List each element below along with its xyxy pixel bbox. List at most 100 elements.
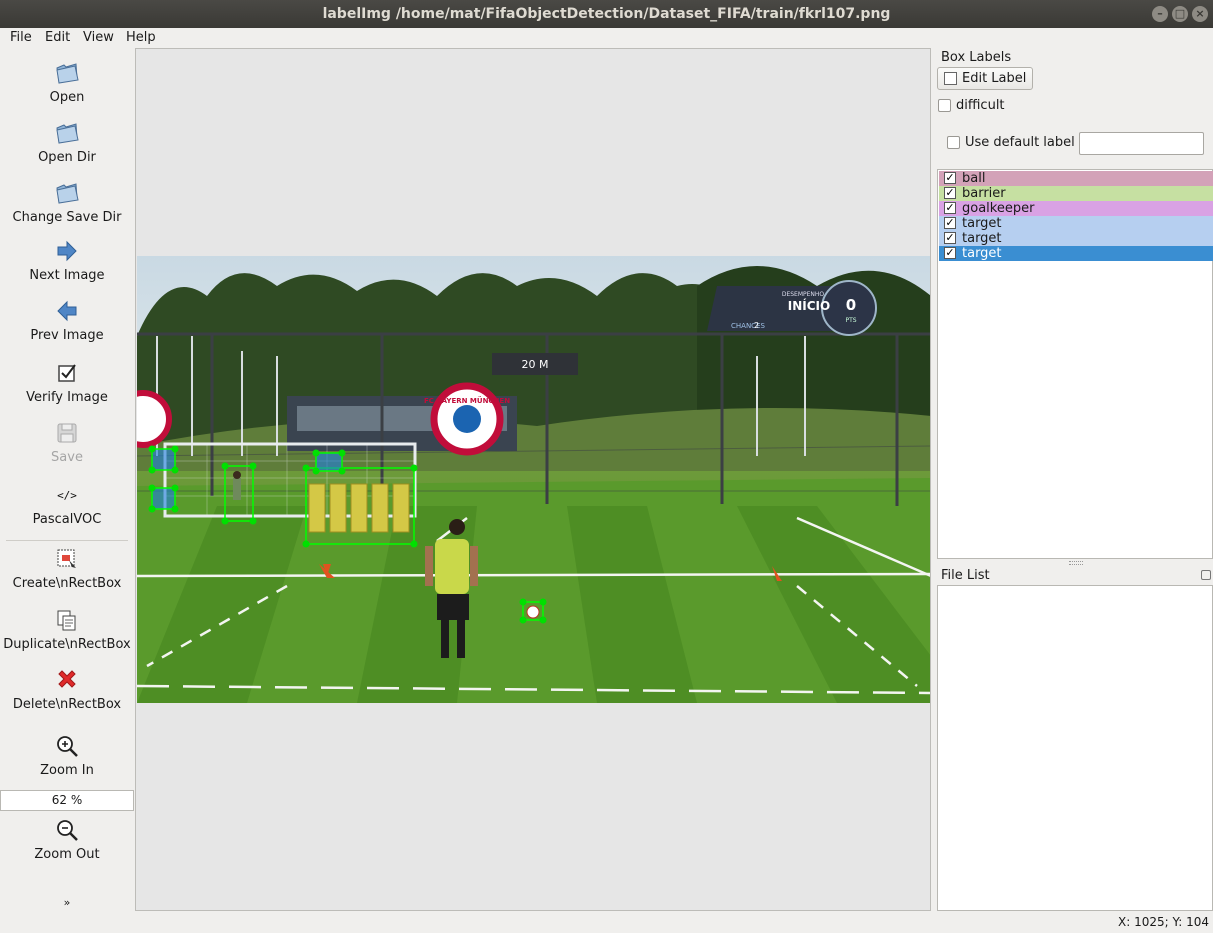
duplicate-rectbox-label: Duplicate\nRectBox — [3, 637, 131, 652]
zoom-spinbox[interactable]: 62 % — [0, 790, 134, 811]
prev-image-button[interactable]: Prev Image — [0, 298, 134, 343]
checkbox-check-icon — [58, 364, 76, 382]
label-item-barrier[interactable]: ✓ barrier — [939, 186, 1213, 201]
prev-image-label: Prev Image — [30, 328, 104, 343]
distance-sign-text: 20 M — [522, 358, 549, 371]
label-item-text: barrier — [962, 186, 1006, 201]
svg-text:CHANCES: CHANCES — [731, 322, 765, 330]
format-label: PascalVOC — [32, 512, 102, 527]
scene-drawing: FC BAYERN MÜNCHEN 20 M DESEMPENHO INÍCIO… — [137, 256, 930, 703]
label-item-checkbox[interactable]: ✓ — [944, 232, 956, 244]
label-list[interactable]: ✓ ball ✓ barrier ✓ goalkeeper ✓ target ✓… — [937, 169, 1213, 559]
floppy-disk-icon — [57, 423, 77, 443]
menu-view[interactable]: View — [83, 30, 114, 45]
create-rectbox-label: Create\nRectBox — [12, 576, 122, 591]
save-button[interactable]: Save — [0, 420, 134, 465]
delete-rectbox-button[interactable]: Delete\nRectBox — [0, 667, 134, 712]
next-image-button[interactable]: Next Image — [0, 238, 134, 283]
annotated-image[interactable]: FC BAYERN MÜNCHEN 20 M DESEMPENHO INÍCIO… — [137, 256, 930, 703]
duplicate-rectbox-button[interactable]: Duplicate\nRectBox — [0, 607, 134, 652]
verify-image-label: Verify Image — [26, 390, 108, 405]
close-icon[interactable]: × — [1192, 6, 1208, 22]
next-image-label: Next Image — [29, 268, 105, 283]
file-list[interactable] — [937, 585, 1213, 911]
change-save-dir-label: Change Save Dir — [12, 210, 122, 225]
window-titlebar: labelImg /home/mat/FifaObjectDetection/D… — [0, 0, 1213, 28]
edit-label-button[interactable]: Edit Label — [937, 67, 1033, 90]
arrow-left-icon — [57, 300, 77, 322]
zoom-in-button[interactable]: Zoom In — [0, 733, 134, 778]
undock-icon[interactable] — [1201, 570, 1211, 580]
label-item-text: target — [962, 231, 1002, 246]
left-toolbar: Open Open Dir Change Save Dir Next Image… — [0, 48, 134, 914]
menu-file[interactable]: File — [10, 30, 32, 45]
toolbar-overflow-button[interactable]: » — [0, 896, 134, 909]
difficult-checkbox[interactable] — [938, 99, 951, 112]
svg-text:0: 0 — [846, 296, 856, 314]
label-item-checkbox[interactable]: ✓ — [944, 247, 956, 259]
delete-x-icon — [58, 670, 76, 688]
right-dock: Box Labels Edit Label difficult Use defa… — [933, 48, 1213, 914]
minimize-icon[interactable]: – — [1152, 6, 1168, 22]
arrow-right-icon — [57, 240, 77, 262]
zoom-out-icon — [57, 820, 78, 841]
file-list-title: File List — [941, 568, 990, 583]
folder-open-icon — [56, 123, 79, 144]
open-dir-button[interactable]: Open Dir — [0, 120, 134, 165]
save-label: Save — [51, 450, 83, 465]
bbox-target[interactable] — [151, 448, 176, 471]
label-item-text: target — [962, 216, 1002, 231]
image-canvas[interactable]: FC BAYERN MÜNCHEN 20 M DESEMPENHO INÍCIO… — [135, 48, 931, 911]
label-item-text: goalkeeper — [962, 201, 1035, 216]
copy-icon — [57, 610, 76, 631]
dock-splitter-handle[interactable] — [1069, 561, 1083, 565]
use-default-label-checkbox[interactable] — [947, 136, 960, 149]
folder-open-icon — [56, 63, 79, 84]
label-item-ball[interactable]: ✓ ball — [939, 171, 1213, 186]
label-item-checkbox[interactable]: ✓ — [944, 217, 956, 229]
use-default-label-text: Use default label — [965, 135, 1075, 150]
label-item-checkbox[interactable]: ✓ — [944, 202, 956, 214]
menu-help[interactable]: Help — [126, 30, 156, 45]
edit-label-text: Edit Label — [962, 71, 1027, 86]
create-rect-icon — [57, 549, 76, 568]
open-label: Open — [49, 90, 85, 105]
difficult-label: difficult — [956, 98, 1005, 113]
open-dir-label: Open Dir — [38, 150, 96, 165]
open-button[interactable]: Open — [0, 60, 134, 105]
svg-text:2: 2 — [754, 321, 759, 330]
svg-text:INÍCIO: INÍCIO — [788, 298, 830, 313]
menu-edit[interactable]: Edit — [45, 30, 70, 45]
verify-image-button[interactable]: Verify Image — [0, 360, 134, 405]
cursor-coordinates: X: 1025; Y: 104 — [1118, 915, 1209, 929]
label-item-target-selected[interactable]: ✓ target — [939, 246, 1213, 261]
default-label-input[interactable] — [1079, 132, 1204, 155]
maximize-icon[interactable]: □ — [1172, 6, 1188, 22]
label-item-checkbox[interactable]: ✓ — [944, 172, 956, 184]
delete-rectbox-label: Delete\nRectBox — [12, 697, 122, 712]
window-title: labelImg /home/mat/FifaObjectDetection/D… — [322, 6, 891, 22]
code-tag-icon: </> — [57, 489, 77, 502]
svg-text:DESEMPENHO: DESEMPENHO — [782, 291, 825, 298]
label-item-target[interactable]: ✓ target — [939, 216, 1213, 231]
label-item-text: target — [962, 246, 1002, 261]
status-bar: X: 1025; Y: 104 — [0, 914, 1213, 933]
toolbar-divider — [6, 540, 128, 541]
bbox-target[interactable] — [151, 487, 176, 510]
label-item-checkbox[interactable]: ✓ — [944, 187, 956, 199]
menubar: File Edit View Help — [0, 28, 1213, 48]
zoom-out-label: Zoom Out — [34, 847, 100, 862]
box-labels-title: Box Labels — [941, 50, 1012, 65]
zoom-out-button[interactable]: Zoom Out — [0, 817, 134, 862]
bbox-target-selected[interactable] — [315, 452, 343, 472]
label-item-goalkeeper[interactable]: ✓ goalkeeper — [939, 201, 1213, 216]
create-rectbox-button[interactable]: Create\nRectBox — [0, 546, 134, 591]
format-toggle-button[interactable]: </> PascalVOC — [0, 482, 134, 527]
label-item-target[interactable]: ✓ target — [939, 231, 1213, 246]
label-item-text: ball — [962, 171, 986, 186]
change-save-dir-button[interactable]: Change Save Dir — [0, 180, 134, 225]
club-logo-text: FC BAYERN MÜNCHEN — [424, 396, 510, 405]
zoom-in-icon — [57, 736, 78, 757]
zoom-in-label: Zoom In — [40, 763, 94, 778]
svg-text:</>: </> — [57, 489, 77, 502]
